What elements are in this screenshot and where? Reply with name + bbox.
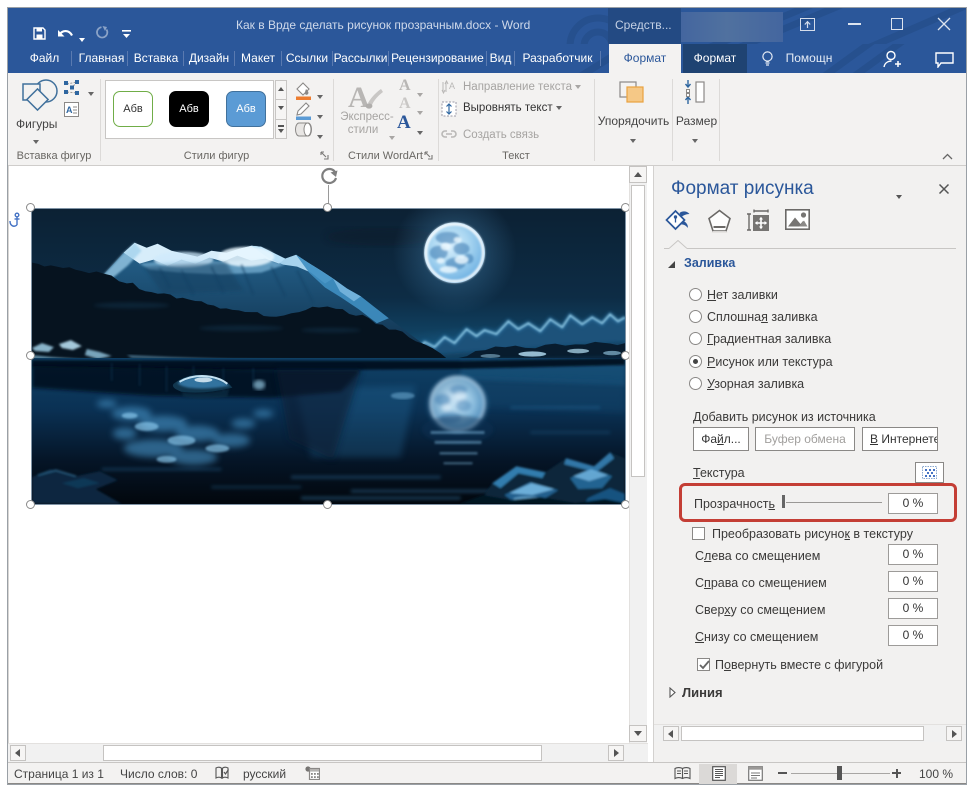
svg-text:A: A <box>66 105 73 115</box>
svg-text:A: A <box>348 81 370 113</box>
svg-text:A: A <box>449 81 455 91</box>
